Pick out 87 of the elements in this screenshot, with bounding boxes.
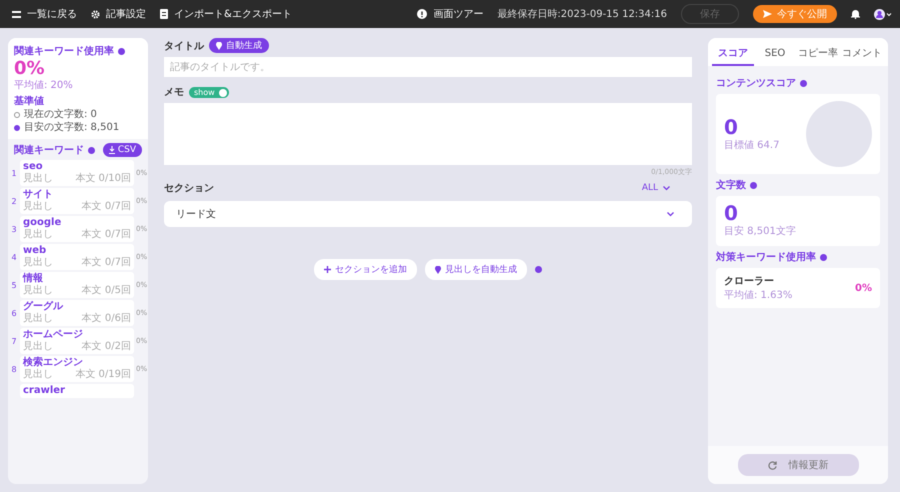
heading-count: 見出し [23, 173, 53, 185]
row-number: 7 [10, 336, 18, 346]
download-icon [108, 146, 115, 154]
title-input[interactable]: 記事のタイトルです。 [164, 57, 692, 77]
tour-button[interactable]: 画面ツアー [417, 7, 484, 21]
heading-count: 見出し [23, 313, 53, 325]
last-saved-text: 最終保存日時:2023-09-15 12:34:16 [497, 8, 667, 21]
character-count-value: 0 [724, 202, 739, 224]
section-item[interactable]: リード文 [164, 201, 692, 227]
bell-icon[interactable] [851, 9, 860, 19]
send-icon [763, 10, 772, 18]
body-count: 本文 0/7回 [82, 257, 131, 269]
radio-button[interactable] [14, 112, 20, 118]
tab[interactable]: スコア [712, 43, 754, 66]
chevron-down-icon [667, 212, 674, 216]
keyword-text: クローラー [724, 275, 775, 288]
keyword-text: 情報 [23, 273, 44, 284]
section-title: 対策キーワード使用率 [716, 250, 816, 264]
radio-option[interactable]: 現在の文字数: 0 [14, 108, 142, 121]
csv-button[interactable]: CSV [102, 143, 142, 157]
keyword-text: google [23, 217, 62, 228]
keyword-text: サイト [23, 189, 54, 200]
filter-dropdown[interactable]: ALL [636, 182, 676, 194]
heading-count: 見出し [23, 229, 53, 241]
row-number: 1 [10, 168, 18, 178]
row-number: 4 [10, 252, 18, 262]
pin-icon [216, 42, 222, 50]
heading-count: 見出し [23, 369, 53, 381]
radio-option[interactable]: 目安の文字数: 8,501 [14, 121, 142, 134]
average-text: 平均値: 20% [14, 79, 74, 92]
section-title: 文字数 [716, 178, 746, 192]
tab[interactable]: コピー率 [796, 43, 840, 66]
heading-count: 見出し [23, 285, 53, 297]
add-section-button[interactable]: セクションを追加 [314, 259, 417, 280]
radio-label: 現在の文字数: 0 [24, 108, 97, 121]
document-icon [160, 9, 168, 19]
list-icon [12, 10, 21, 18]
plus-icon [324, 266, 331, 273]
refresh-icon [768, 460, 776, 470]
keyword-text: グーグル [23, 301, 64, 312]
heading-count: 見出し [23, 201, 53, 213]
percent-text: 0% [855, 282, 872, 294]
row-number: 6 [10, 308, 18, 318]
body-count: 本文 0/7回 [82, 229, 131, 241]
toolbar-button[interactable]: 一覧に戻る [12, 7, 77, 21]
avatar-icon[interactable] [874, 8, 892, 20]
row-number: 2 [10, 196, 18, 206]
keyword-text: web [23, 245, 48, 256]
body-count: 本文 0/19回 [75, 369, 131, 381]
target-text: 目標値 64.7 [724, 138, 780, 152]
toolbar-button[interactable]: 記事設定 [91, 7, 146, 21]
field-label: タイトル [164, 40, 204, 52]
panel-title: 関連キーワード [14, 144, 84, 157]
basis-title: 基準値 [14, 94, 45, 108]
body-count: 本文 0/6回 [82, 313, 131, 325]
row-number: 5 [10, 280, 18, 290]
keyword-text: crawler [23, 385, 66, 397]
pin-icon [435, 266, 441, 274]
body-count: 本文 0/7回 [82, 201, 131, 213]
body-count: 本文 0/2回 [82, 341, 131, 353]
score-value: 0 [724, 116, 739, 138]
section-label: セクション [164, 182, 214, 195]
section-title: コンテンツスコア [716, 77, 796, 90]
auto-heading-button[interactable]: 見出しを自動生成 [425, 259, 527, 280]
heading-count: 見出し [23, 257, 53, 269]
row-number: 3 [10, 224, 18, 234]
target-text: 目安 8,501文字 [724, 224, 797, 238]
average-text: 平均値: 1.63% [724, 289, 792, 302]
radio-label: 目安の文字数: 8,501 [24, 121, 120, 134]
gear-icon [91, 10, 100, 18]
auto-generate-button[interactable]: 自動生成 [209, 38, 269, 53]
chevron-down-icon [663, 186, 670, 190]
field-label: メモ [164, 86, 184, 99]
body-count: 本文 0/10回 [75, 173, 131, 185]
body-count: 本文 0/5回 [82, 285, 131, 297]
keyword-text: seo [23, 161, 44, 172]
tab[interactable]: コメント [840, 43, 884, 66]
radio-button[interactable] [14, 124, 20, 130]
keyword-text: ホームページ [23, 329, 84, 340]
heading-count: 見出し [23, 341, 53, 353]
row-number: 8 [10, 364, 18, 374]
toolbar-button[interactable]: インポート&エクスポート [160, 7, 292, 21]
keyword-text: 検索エンジン [23, 357, 84, 368]
usage-rate: 0% [14, 59, 46, 78]
tab[interactable]: SEO [754, 43, 796, 66]
score-gauge-drawing [806, 101, 872, 167]
panel-title: 関連キーワード使用率 [14, 44, 114, 58]
